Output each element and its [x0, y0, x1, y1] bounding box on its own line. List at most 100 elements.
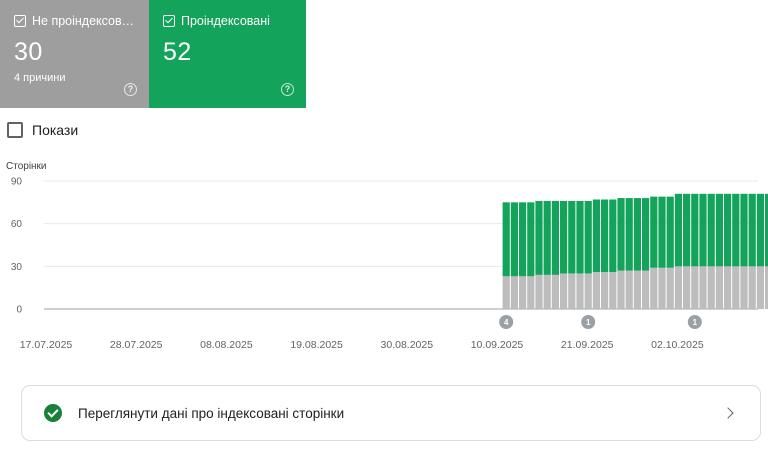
bar-not_indexed [560, 273, 568, 309]
bar-not_indexed [633, 270, 641, 309]
bar-not_indexed [724, 266, 732, 309]
bar-not_indexed [707, 266, 715, 309]
checkbox-unchecked-icon[interactable] [7, 122, 23, 138]
bar-indexed [740, 193, 748, 267]
bar-indexed [576, 200, 584, 274]
view-indexed-pages-label: Переглянути дані про індексовані сторінк… [78, 405, 345, 421]
bar-indexed [601, 199, 609, 273]
bar-indexed [642, 198, 650, 271]
bar-indexed [584, 200, 592, 274]
bar-not_indexed [715, 266, 723, 309]
bar-not_indexed [666, 267, 674, 309]
indexed-header: Проіндексовані [163, 14, 294, 28]
bar-not_indexed [551, 274, 559, 309]
bar-not_indexed [609, 272, 617, 309]
y-axis-ticks: 0 30 60 90 [11, 177, 23, 316]
x-tick-label: 19.08.2025 [290, 339, 343, 351]
bar-not_indexed [650, 267, 658, 309]
bar-not_indexed [601, 272, 609, 309]
checkbox-checked-icon[interactable] [14, 15, 26, 27]
annotation-label: 1 [586, 318, 591, 327]
bar-indexed [592, 199, 600, 273]
help-icon[interactable]: ? [124, 83, 137, 96]
indexed-card[interactable]: Проіндексовані 52 ? [149, 0, 306, 108]
chevron-right-icon [722, 407, 734, 419]
chart-annotations: 4 1 1 [499, 315, 702, 329]
bar-indexed [724, 193, 732, 267]
x-tick-label: 08.08.2025 [200, 339, 253, 351]
bar-indexed [543, 200, 551, 275]
chart-bars [502, 193, 768, 309]
bar-indexed [732, 193, 740, 267]
impressions-toggle-label: Покази [32, 122, 79, 138]
checkbox-checked-icon[interactable] [163, 15, 175, 27]
x-tick-label: 10.09.2025 [471, 339, 524, 351]
x-tick-label: 02.10.2025 [651, 339, 704, 351]
bar-not_indexed [748, 266, 756, 309]
bar-indexed [683, 193, 691, 267]
annotation-label: 4 [504, 318, 509, 327]
x-tick-label: 17.07.2025 [20, 339, 73, 351]
bar-not_indexed [658, 267, 666, 309]
bar-indexed [510, 202, 518, 277]
not-indexed-card[interactable]: Не проіндексова... 30 4 причини ? [0, 0, 149, 108]
bar-indexed [691, 193, 699, 267]
x-tick-label: 28.07.2025 [110, 339, 163, 351]
bar-indexed [625, 198, 633, 271]
bar-not_indexed [756, 266, 764, 309]
view-indexed-pages-link[interactable]: Переглянути дані про індексовані сторінк… [21, 385, 761, 441]
y-tick-label: 90 [11, 177, 23, 188]
not-indexed-reasons: 4 причини [14, 72, 66, 84]
bar-not_indexed [699, 266, 707, 309]
bar-not_indexed [543, 274, 551, 309]
indexing-chart: Сторінки 0 30 60 90 4 1 1 17.07.2025 28.07.202… [6, 161, 768, 351]
bar-indexed [650, 196, 658, 268]
indexed-label: Проіндексовані [181, 14, 270, 28]
bar-indexed [502, 202, 510, 277]
bar-not_indexed [683, 266, 691, 309]
bar-not_indexed [674, 266, 682, 309]
bar-indexed [535, 200, 543, 275]
bar-not_indexed [592, 272, 600, 309]
x-tick-label: 30.08.2025 [381, 339, 434, 351]
bar-indexed [756, 193, 764, 267]
bar-indexed [674, 193, 682, 267]
bar-indexed [568, 200, 576, 274]
bar-indexed [633, 198, 641, 271]
bar-not_indexed [584, 273, 592, 309]
bar-indexed [658, 196, 666, 268]
bar-not_indexed [527, 276, 535, 309]
bar-indexed [707, 193, 715, 267]
y-axis-title: Сторінки [6, 161, 47, 172]
bar-not_indexed [625, 270, 633, 309]
help-icon[interactable]: ? [281, 83, 294, 96]
not-indexed-header: Не проіндексова... [14, 14, 137, 28]
not-indexed-label: Не проіндексова... [32, 14, 137, 28]
annotation-label: 1 [693, 318, 698, 327]
bar-indexed [666, 196, 674, 268]
bar-indexed [715, 193, 723, 267]
bar-not_indexed [740, 266, 748, 309]
bar-not_indexed [576, 273, 584, 309]
y-tick-label: 0 [16, 305, 22, 316]
bar-indexed [551, 200, 559, 275]
y-tick-label: 60 [11, 219, 23, 230]
bar-not_indexed [691, 266, 699, 309]
indexed-count: 52 [163, 38, 192, 66]
x-axis-ticks: 17.07.2025 28.07.2025 08.08.2025 19.08.2025… [20, 339, 704, 351]
bar-not_indexed [642, 270, 650, 309]
impressions-toggle[interactable]: Покази [7, 122, 78, 138]
bar-indexed [748, 193, 756, 267]
bar-not_indexed [732, 266, 740, 309]
bar-indexed [699, 193, 707, 267]
bar-not_indexed [535, 274, 543, 309]
bar-indexed [617, 198, 625, 271]
check-circle-icon [44, 404, 62, 422]
bar-not_indexed [502, 276, 510, 309]
bar-indexed [527, 202, 535, 277]
bar-not_indexed [510, 276, 518, 309]
bar-not_indexed [519, 276, 527, 309]
not-indexed-count: 30 [14, 38, 43, 66]
bar-not_indexed [617, 270, 625, 309]
bar-indexed [609, 199, 617, 273]
